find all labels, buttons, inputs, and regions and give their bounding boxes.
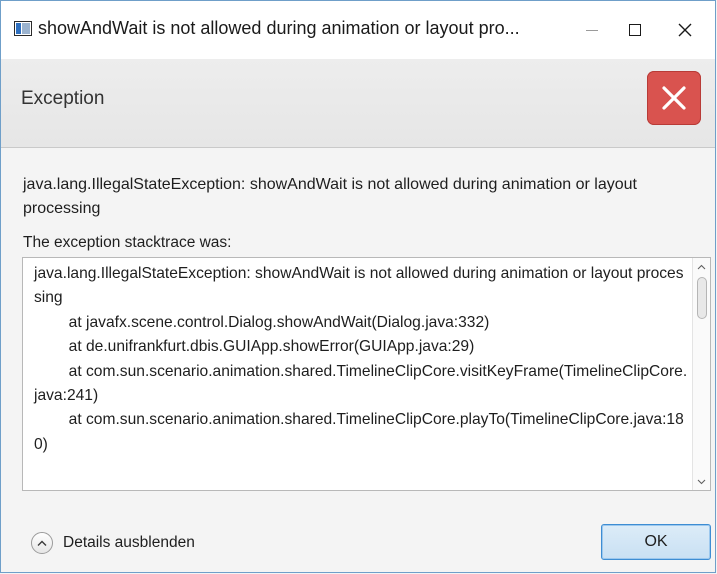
exception-message: java.lang.IllegalStateException: showAnd… [23, 176, 637, 217]
error-x-icon [662, 86, 686, 110]
exception-dialog-window: showAndWait is not allowed during animat… [0, 0, 716, 573]
close-button[interactable] [662, 1, 708, 59]
stacktrace-label: The exception stacktrace was: [23, 234, 232, 251]
chevron-up-icon [37, 540, 47, 546]
minimize-icon [586, 29, 598, 31]
error-badge [647, 71, 701, 125]
collapse-details-button[interactable] [31, 532, 53, 554]
stacktrace-textarea[interactable]: java.lang.IllegalStateException: showAnd… [22, 257, 711, 491]
stacktrace-line: at com.sun.scenario.animation.shared.Tim… [34, 362, 688, 405]
scroll-up-button[interactable] [693, 258, 710, 275]
scroll-thumb[interactable] [697, 277, 707, 319]
stacktrace-line: at de.unifrankfurt.dbis.GUIApp.showError… [34, 338, 475, 356]
stacktrace-line: at com.sun.scenario.animation.shared.Tim… [34, 411, 684, 453]
dialog-header: Exception [1, 59, 715, 148]
vertical-scrollbar[interactable] [692, 258, 710, 490]
ok-button[interactable]: OK [601, 524, 711, 560]
minimize-button[interactable] [569, 1, 615, 59]
stacktrace-line: java.lang.IllegalStateException: showAnd… [34, 265, 684, 307]
details-toggle[interactable]: Details ausblenden [31, 532, 195, 554]
maximize-button[interactable] [612, 1, 658, 59]
window-title: showAndWait is not allowed during animat… [38, 18, 520, 38]
chevron-down-icon [697, 479, 706, 484]
stacktrace-text[interactable]: java.lang.IllegalStateException: showAnd… [34, 262, 689, 457]
close-icon [678, 23, 692, 37]
stacktrace-line: at javafx.scene.control.Dialog.showAndWa… [34, 313, 490, 331]
header-title: Exception [21, 88, 105, 109]
chevron-up-icon [697, 264, 706, 269]
maximize-icon [629, 24, 641, 36]
java-app-icon [14, 21, 32, 36]
title-bar[interactable]: showAndWait is not allowed during animat… [1, 1, 715, 59]
details-toggle-label[interactable]: Details ausblenden [63, 534, 195, 552]
scroll-down-button[interactable] [693, 473, 710, 490]
